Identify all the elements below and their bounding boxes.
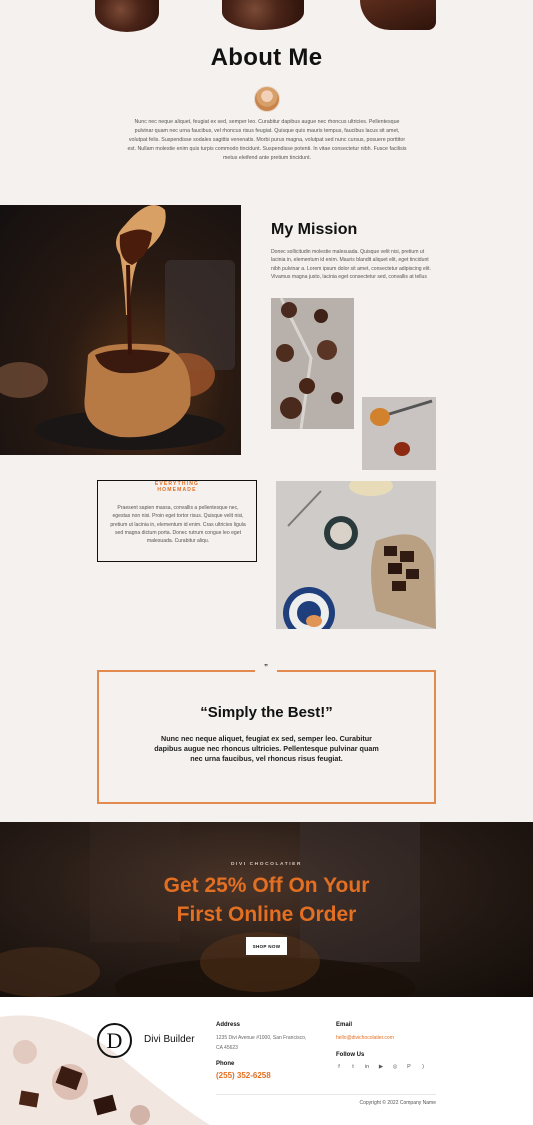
pinterest-icon[interactable]: P <box>406 1064 412 1070</box>
phone-link[interactable]: (255) 352-6258 <box>216 1071 271 1080</box>
logo-icon[interactable]: D <box>97 1023 132 1058</box>
youtube-icon[interactable]: ▶ <box>378 1064 384 1070</box>
homemade-label: EVERYTHING HOMEMADE <box>98 481 256 493</box>
facebook-icon[interactable]: f <box>336 1064 342 1070</box>
mission-text: Donec sollicitudin molestie malesuada. Q… <box>271 249 431 280</box>
address-heading: Address <box>216 1022 241 1028</box>
promo-title: Get 25% Off On Your First Online Order <box>0 871 533 929</box>
homemade-text: Praesent sapien massa, convallis a pelle… <box>110 505 246 545</box>
spice-spoon-photo <box>362 397 436 470</box>
address-text: 1235 Divi Avenue #1000, San Francisco, C… <box>216 1033 306 1053</box>
instagram-icon[interactable]: ◎ <box>392 1064 398 1070</box>
footer-divider <box>216 1094 436 1095</box>
follow-heading: Follow Us <box>336 1052 365 1058</box>
quote-text: Nunc nec neque aliquet, feugiat ex sed, … <box>154 734 379 764</box>
baking-table-photo <box>276 481 436 629</box>
truffle-image-3 <box>360 0 436 30</box>
avatar <box>254 86 280 112</box>
phone-heading: Phone <box>216 1061 235 1067</box>
homemade-label-line2: HOMEMADE <box>157 487 197 493</box>
quote-mark-icon: ” <box>264 663 268 672</box>
spice-spoon-illustration <box>362 397 436 470</box>
social-links: f t in ▶ ◎ P ) <box>336 1064 426 1070</box>
rss-icon[interactable]: ) <box>420 1064 426 1070</box>
email-link[interactable]: hello@divichocolatier.com <box>336 1035 394 1041</box>
promo-eyebrow: DIVI CHOCOLATIER <box>230 862 303 867</box>
baking-table-illustration <box>276 481 436 629</box>
address-line2: CA 45623 <box>216 1045 238 1051</box>
email-heading: Email <box>336 1022 353 1028</box>
chocolate-drizzle-illustration <box>0 205 235 450</box>
truffle-image-1 <box>95 0 159 32</box>
about-title: About Me <box>210 44 323 71</box>
logo-brand-name[interactable]: Divi Builder <box>144 1034 195 1045</box>
quote-title: “Simply the Best!” <box>200 704 333 721</box>
promo-title-line1: Get 25% Off On Your <box>163 874 370 897</box>
shop-now-button[interactable]: SHOP NOW <box>246 937 287 955</box>
mission-title: My Mission <box>271 221 358 238</box>
truffle-image-2 <box>222 0 304 30</box>
twitter-icon[interactable]: t <box>350 1064 356 1070</box>
linkedin-icon[interactable]: in <box>364 1064 370 1070</box>
truffles-illustration <box>271 298 354 429</box>
copyright: Copyright © 2022 Company Name <box>359 1100 437 1106</box>
promo-title-line2: First Online Order <box>176 903 357 926</box>
about-text: Nunc nec neque aliquet, feugiat ex sed, … <box>127 119 407 161</box>
homemade-card: EVERYTHING HOMEMADE Praesent sapien mass… <box>97 480 257 562</box>
chocolate-drizzle-photo <box>0 205 241 455</box>
cocoa-powder-decoration <box>0 1015 210 1125</box>
truffles-on-marble-photo <box>271 298 354 429</box>
address-line1: 1235 Divi Avenue #1000, San Francisco, <box>216 1035 307 1041</box>
